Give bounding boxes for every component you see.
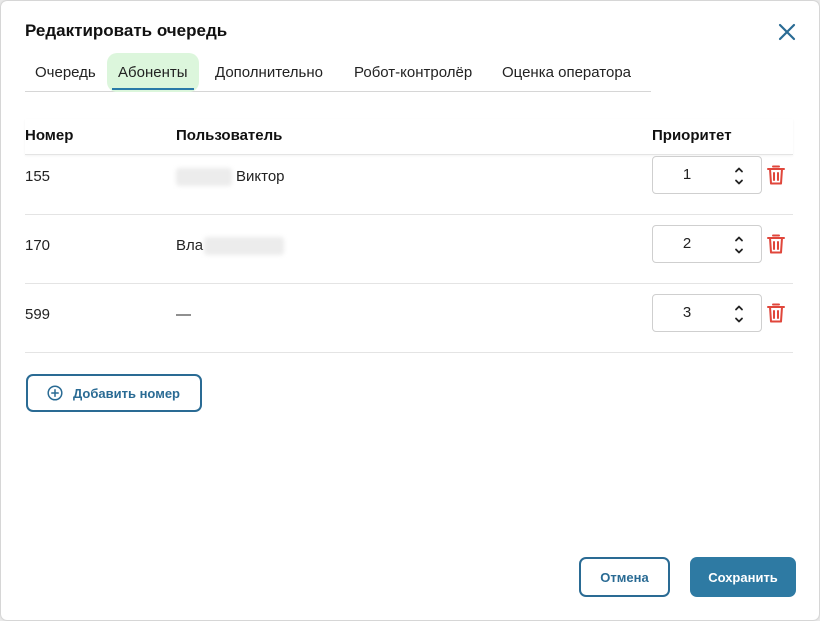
delete-button[interactable] (766, 164, 786, 186)
row-number: 599 (25, 306, 51, 323)
column-header-priority: Приоритет (652, 127, 732, 144)
tab-bar: Очередь Абоненты Дополнительно Робот-кон… (25, 53, 651, 92)
trash-icon (767, 234, 785, 254)
tab-robot-controller[interactable]: Робот-контролёр (354, 53, 472, 92)
plus-circle-icon (47, 385, 63, 401)
row-number: 170 (25, 237, 51, 254)
chevron-up-icon[interactable] (733, 303, 745, 313)
redacted-text (204, 237, 285, 256)
priority-value: 1 (682, 166, 692, 183)
redacted-text (176, 168, 232, 187)
trash-icon (767, 303, 785, 323)
tab-subscribers[interactable]: Абоненты (107, 53, 199, 92)
add-number-label: Добавить номер (73, 386, 180, 401)
tab-additional[interactable]: Дополнительно (215, 53, 323, 92)
row-user: Вла (176, 237, 285, 256)
dialog-title: Редактировать очередь (25, 21, 228, 40)
chevron-up-icon[interactable] (733, 165, 745, 175)
column-header-user: Пользователь (176, 127, 283, 144)
table-row: 599 — 3 (25, 284, 793, 353)
add-number-button[interactable]: Добавить номер (26, 374, 202, 412)
row-user-name: Виктор (236, 168, 285, 185)
priority-stepper[interactable]: 1 (652, 156, 762, 194)
tab-operator-rating[interactable]: Оценка оператора (502, 53, 631, 92)
trash-icon (767, 165, 785, 185)
priority-value: 3 (682, 304, 692, 321)
row-user-name: — (176, 306, 191, 323)
chevron-down-icon[interactable] (733, 315, 745, 325)
column-header-number: Номер (25, 127, 74, 144)
priority-value: 2 (682, 235, 692, 252)
priority-stepper[interactable]: 2 (652, 225, 762, 263)
table-row: 155 Виктор 1 (25, 146, 793, 215)
close-icon (778, 23, 796, 41)
cancel-button[interactable]: Отмена (579, 557, 670, 597)
close-button[interactable] (776, 21, 798, 43)
table-row: 170 Вла 2 (25, 215, 793, 284)
edit-queue-dialog: Редактировать очередь Очередь Абоненты Д… (1, 1, 819, 620)
row-user-name: Вла (176, 237, 204, 254)
delete-button[interactable] (766, 233, 786, 255)
tab-queue[interactable]: Очередь (35, 53, 96, 92)
row-number: 155 (25, 168, 51, 185)
row-user: — (176, 306, 191, 323)
priority-stepper[interactable]: 3 (652, 294, 762, 332)
chevron-down-icon[interactable] (733, 177, 745, 187)
chevron-up-icon[interactable] (733, 234, 745, 244)
chevron-down-icon[interactable] (733, 246, 745, 256)
row-user: Виктор (176, 168, 285, 187)
save-button[interactable]: Сохранить (690, 557, 796, 597)
delete-button[interactable] (766, 302, 786, 324)
